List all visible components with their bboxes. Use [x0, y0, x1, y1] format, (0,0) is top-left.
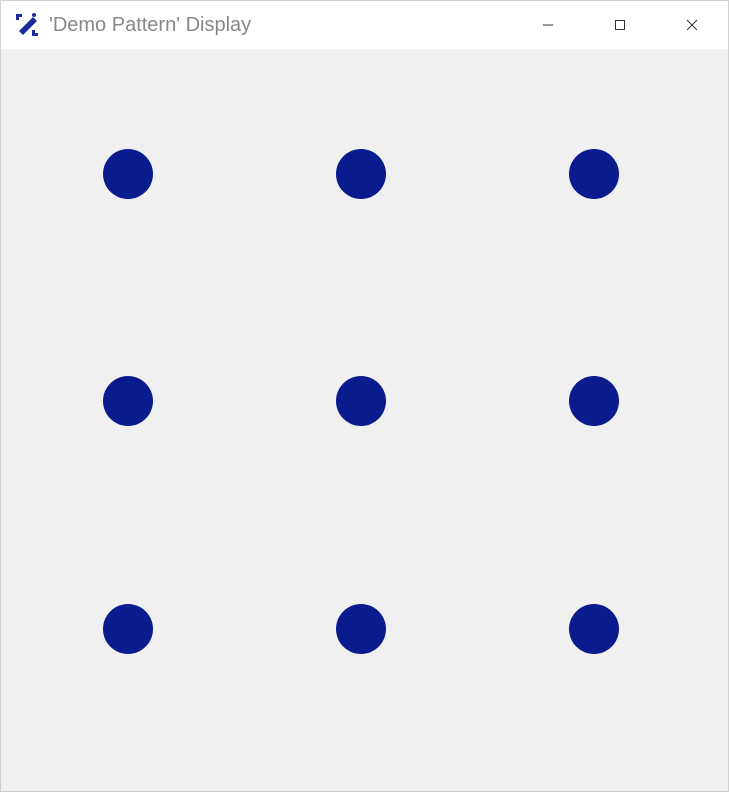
titlebar: 'Demo Pattern' Display [1, 1, 728, 49]
close-button[interactable] [656, 1, 728, 49]
minimize-button[interactable] [512, 1, 584, 49]
pattern-dot [103, 376, 153, 426]
pattern-display-area [1, 49, 728, 791]
pattern-dot [336, 376, 386, 426]
window-title: 'Demo Pattern' Display [49, 14, 251, 37]
pattern-dot [336, 149, 386, 199]
app-window: 'Demo Pattern' Display [0, 0, 729, 792]
app-icon [13, 11, 41, 39]
pattern-dot [569, 604, 619, 654]
pattern-dot [569, 149, 619, 199]
pattern-dot [103, 604, 153, 654]
window-controls [512, 1, 728, 49]
pattern-dot [569, 376, 619, 426]
pattern-dot [103, 149, 153, 199]
maximize-button[interactable] [584, 1, 656, 49]
pattern-dot [336, 604, 386, 654]
